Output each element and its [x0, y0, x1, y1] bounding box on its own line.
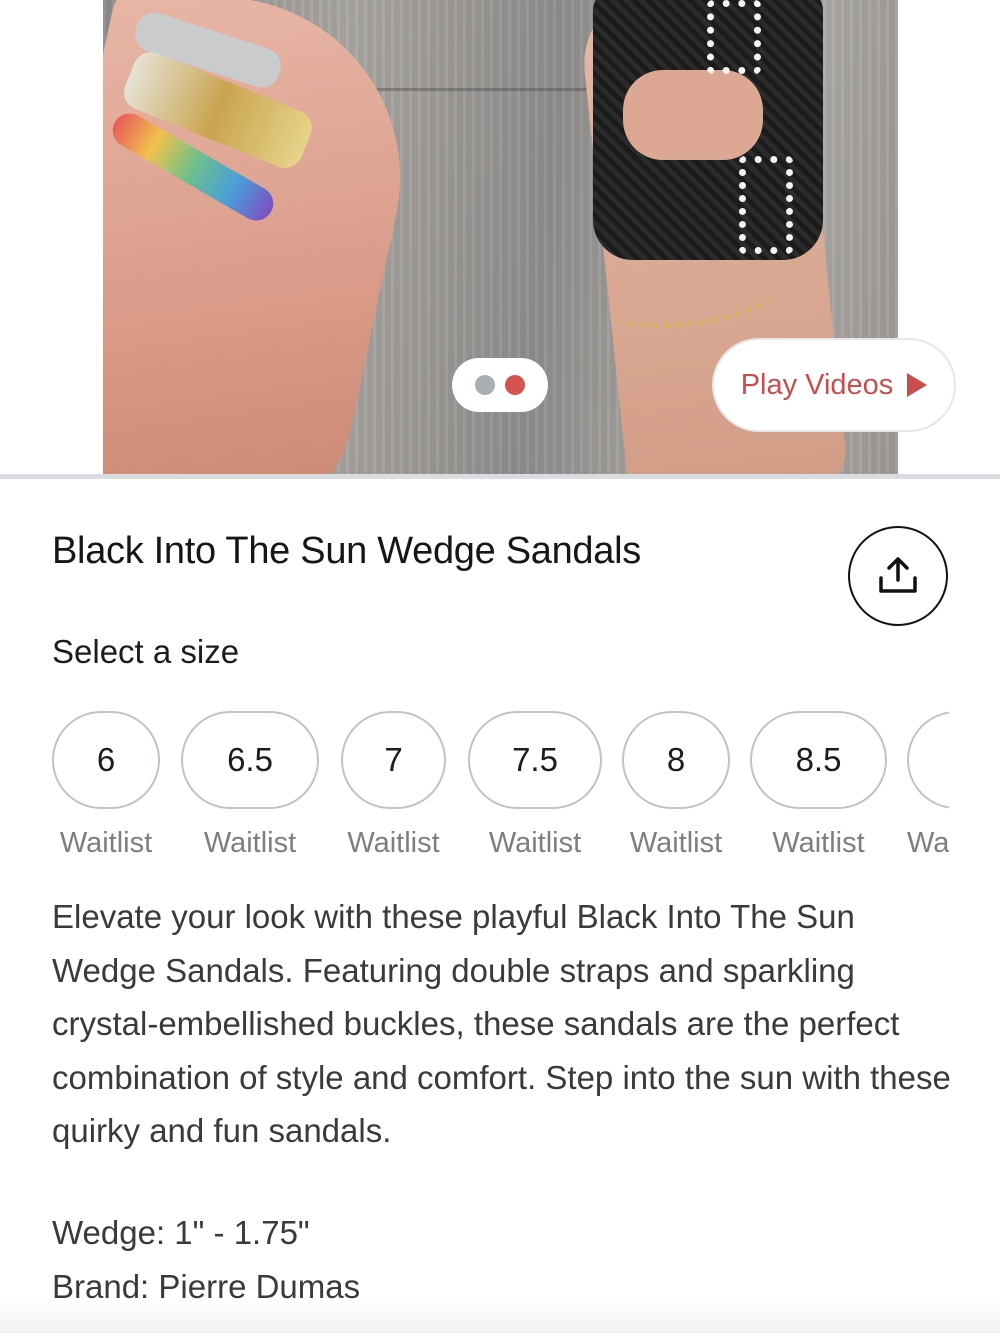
section-divider [0, 474, 1000, 479]
play-icon [907, 373, 928, 397]
size-pill[interactable]: 8 [622, 711, 730, 809]
spec-wedge: Wedge: 1" - 1.75" [52, 1214, 310, 1251]
pagination-dot-2-active[interactable] [505, 375, 525, 395]
play-videos-label: Play Videos [740, 368, 894, 401]
size-option-7-5[interactable]: 7.5 Waitlist [468, 711, 602, 860]
size-option-6-5[interactable]: 6.5 Waitlist [181, 711, 319, 860]
size-status: Waitlist [907, 827, 949, 859]
size-selector[interactable]: 6 Waitlist 6.5 Waitlist 7 Waitlist 7.5 W… [52, 711, 949, 871]
size-status: Waitlist [629, 827, 723, 859]
size-pill[interactable] [907, 711, 949, 809]
size-status: Waitlist [772, 827, 865, 859]
size-status: Waitlist [59, 827, 153, 859]
size-status: Waitlist [203, 827, 297, 859]
size-status: Waitlist [347, 827, 440, 859]
pagination-dot-1[interactable] [475, 375, 495, 395]
product-image-gallery[interactable]: Play Videos [0, 0, 1000, 474]
crystal-buckle-image [707, 0, 761, 74]
sandal-strap-gap [623, 70, 763, 160]
size-option-8[interactable]: 8 Waitlist [622, 711, 730, 860]
size-option-7[interactable]: 7 Waitlist [341, 711, 446, 860]
size-selector-heading: Select a size [52, 633, 240, 670]
size-option-partial[interactable]: Waitlist [907, 711, 949, 860]
product-description: Elevate your look with these playful Bla… [52, 898, 951, 1149]
play-videos-button[interactable]: Play Videos [712, 338, 956, 432]
size-pill[interactable]: 6 [52, 711, 160, 809]
size-status: Waitlist [488, 827, 582, 859]
size-pill[interactable]: 8.5 [750, 711, 887, 809]
floor-plank-line [363, 88, 603, 91]
size-pill[interactable]: 7.5 [468, 711, 602, 809]
size-pill[interactable]: 7 [341, 711, 446, 809]
size-pill[interactable]: 6.5 [181, 711, 319, 809]
share-icon [879, 557, 917, 593]
gallery-pagination[interactable] [452, 358, 548, 412]
crystal-buckle-image [739, 156, 793, 254]
size-option-8-5[interactable]: 8.5 Waitlist [750, 711, 887, 860]
scroll-fade [0, 1300, 1000, 1333]
product-title: Black Into The Sun Wedge Sandals [52, 530, 641, 572]
size-option-6[interactable]: 6 Waitlist [52, 711, 160, 860]
share-button[interactable] [848, 526, 948, 626]
